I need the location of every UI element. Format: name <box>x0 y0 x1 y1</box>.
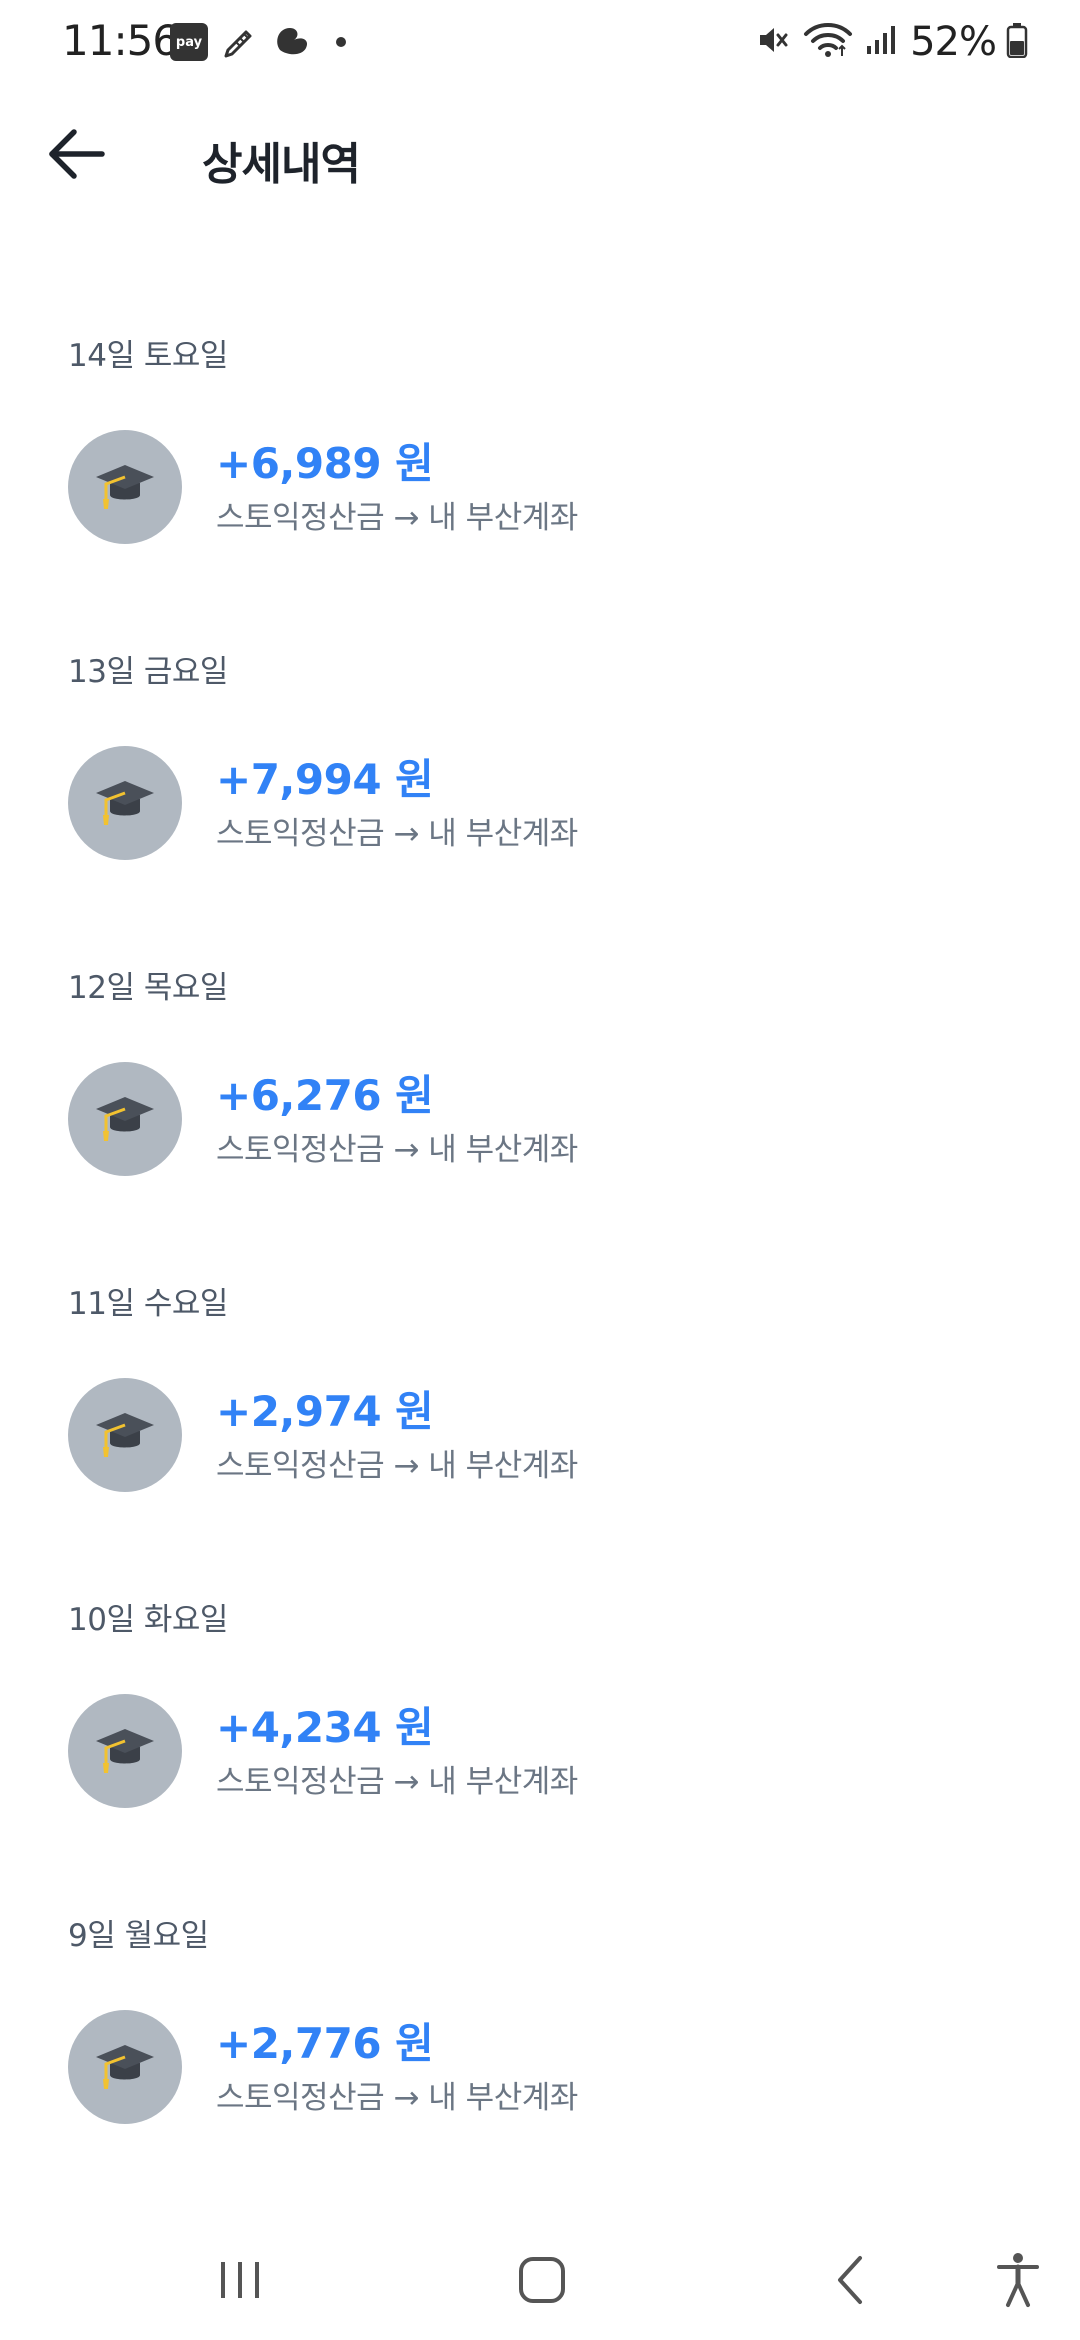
home-button[interactable] <box>500 2246 584 2318</box>
back-button[interactable] <box>36 124 116 188</box>
transaction-item[interactable]: +6,989 원 스토익정산금 → 내 부산계좌 <box>0 426 1080 546</box>
back-icon <box>830 2254 870 2310</box>
system-status-icons: 52% <box>754 16 1028 68</box>
nav-back-button[interactable] <box>810 2246 890 2318</box>
day-group: 9일 월요일 +2,776 원 스토익정산금 → 내 부산계좌 <box>0 1880 1080 2196</box>
arrow-left-icon <box>44 126 108 186</box>
graduation-cap-icon <box>94 1721 156 1781</box>
transaction-item[interactable]: +6,276 원 스토익정산금 → 내 부산계좌 <box>0 1058 1080 1178</box>
accessibility-button[interactable] <box>978 2246 1058 2318</box>
app-header: 상세내역 <box>0 108 1080 204</box>
graduation-cap-icon <box>94 773 156 833</box>
transaction-item[interactable]: +2,776 원 스토익정산금 → 내 부산계좌 <box>0 2006 1080 2126</box>
day-group: 10일 화요일 +4,234 원 스토익정산금 → 내 부산계좌 <box>0 1564 1080 1880</box>
transaction-avatar <box>68 1694 182 1808</box>
day-group: 12일 목요일 +6,276 원 스토익정산금 → 내 부산계좌 <box>0 932 1080 1248</box>
transaction-avatar <box>68 1062 182 1176</box>
transaction-amount: +6,276 원 <box>216 1071 434 1120</box>
pay-app-icon: pay <box>170 23 208 61</box>
transaction-amount: +4,234 원 <box>216 1703 434 1752</box>
home-icon <box>516 2254 568 2310</box>
transaction-description: 스토익정산금 → 내 부산계좌 <box>216 500 578 536</box>
more-notifications-dot <box>336 37 346 47</box>
transaction-amount: +6,989 원 <box>216 439 434 488</box>
thread-app-icon <box>272 20 314 64</box>
accessibility-icon <box>995 2251 1041 2313</box>
day-label: 13일 금요일 <box>68 654 228 690</box>
transaction-avatar <box>68 2010 182 2124</box>
day-group: 11일 수요일 +2,974 원 스토익정산금 → 내 부산계좌 <box>0 1248 1080 1564</box>
graduation-cap-icon <box>94 1405 156 1465</box>
status-time: 11:56 <box>62 16 179 65</box>
transaction-description: 스토익정산금 → 내 부산계좌 <box>216 2080 578 2116</box>
day-label: 9일 월요일 <box>68 1918 209 1954</box>
status-bar: 11:56 pay 52% <box>0 0 1080 84</box>
pen-icon <box>220 20 260 64</box>
transaction-description: 스토익정산금 → 내 부산계좌 <box>216 1448 578 1484</box>
notification-icons: pay <box>170 20 346 64</box>
recents-icon <box>215 2256 265 2308</box>
day-group: 13일 금요일 +7,994 원 스토익정산금 → 내 부산계좌 <box>0 616 1080 932</box>
transaction-list: 14일 토요일 +6,989 원 스토익정산금 → 내 부산계좌 13일 금요일… <box>0 300 1080 2196</box>
mute-icon <box>754 21 792 63</box>
transaction-item[interactable]: +2,974 원 스토익정산금 → 내 부산계좌 <box>0 1374 1080 1494</box>
transaction-amount: +7,994 원 <box>216 755 434 804</box>
transaction-item[interactable]: +4,234 원 스토익정산금 → 내 부산계좌 <box>0 1690 1080 1810</box>
graduation-cap-icon <box>94 457 156 517</box>
transaction-amount: +2,776 원 <box>216 2019 434 2068</box>
day-label: 12일 목요일 <box>68 970 228 1006</box>
battery-percent: 52% <box>910 19 997 65</box>
page-title: 상세내역 <box>202 139 361 190</box>
battery-icon <box>1006 22 1028 62</box>
day-group: 14일 토요일 +6,989 원 스토익정산금 → 내 부산계좌 <box>0 300 1080 616</box>
transaction-avatar <box>68 430 182 544</box>
day-label: 14일 토요일 <box>68 338 228 374</box>
day-label: 10일 화요일 <box>68 1602 228 1638</box>
transaction-description: 스토익정산금 → 내 부산계좌 <box>216 816 578 852</box>
system-nav-bar <box>0 2226 1080 2340</box>
transaction-avatar <box>68 1378 182 1492</box>
transaction-amount: +2,974 원 <box>216 1387 434 1436</box>
transaction-avatar <box>68 746 182 860</box>
screen: 11:56 pay 52% 상세내역 14일 토요일 +6,989 원 스토익정… <box>0 0 1080 2340</box>
transaction-item[interactable]: +7,994 원 스토익정산금 → 내 부산계좌 <box>0 742 1080 862</box>
signal-icon <box>864 22 900 62</box>
wifi-icon <box>802 20 854 64</box>
day-label: 11일 수요일 <box>68 1286 228 1322</box>
recents-button[interactable] <box>200 2246 280 2318</box>
graduation-cap-icon <box>94 2037 156 2097</box>
graduation-cap-icon <box>94 1089 156 1149</box>
transaction-description: 스토익정산금 → 내 부산계좌 <box>216 1764 578 1800</box>
transaction-description: 스토익정산금 → 내 부산계좌 <box>216 1132 578 1168</box>
